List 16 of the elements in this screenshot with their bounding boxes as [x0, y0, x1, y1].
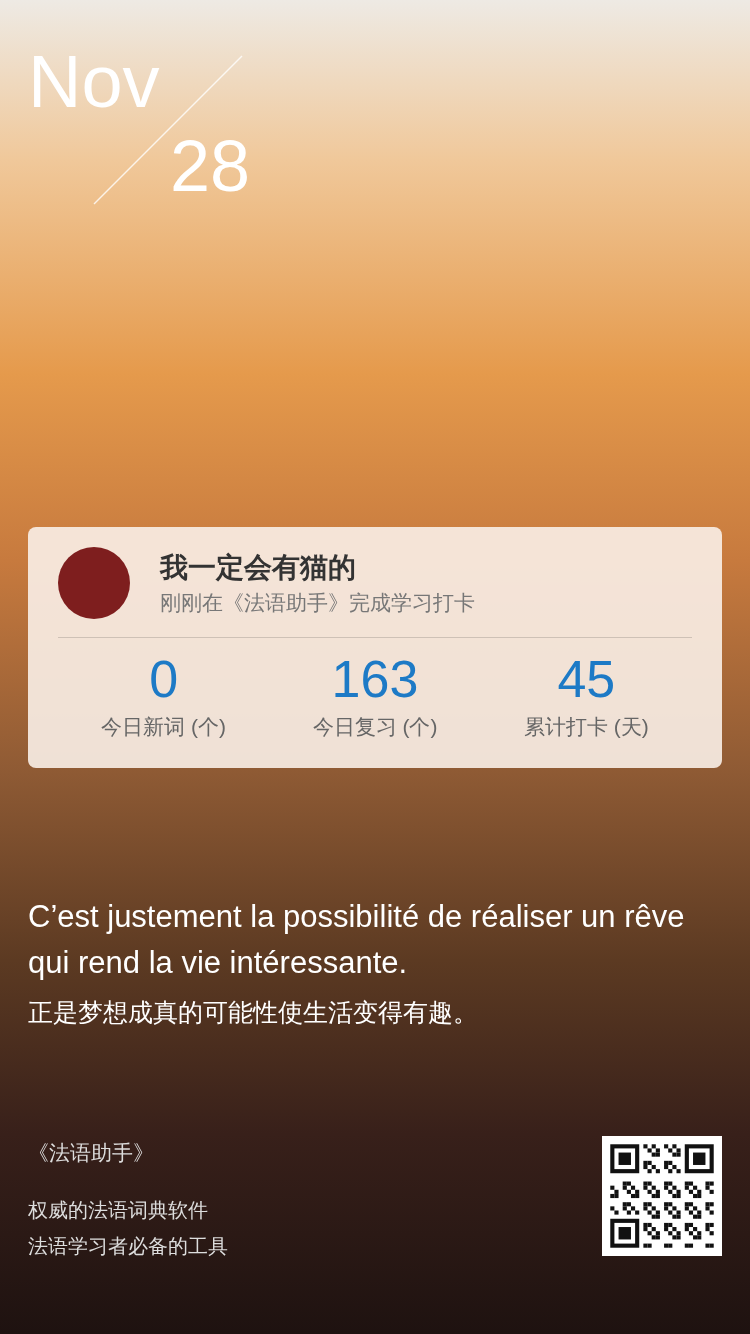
user-name: 我一定会有猫的 [160, 551, 357, 585]
chinese-translation: 正是梦想成真的可能性使生活变得有趣。 [28, 997, 479, 1028]
stat-label: 今日新词 (个) [101, 714, 227, 740]
date-day: 28 [170, 126, 750, 206]
french-quote: C’est justement la possibilité de réaliser un rêve qui rend la vie intéressante. [28, 898, 686, 982]
stat-value: 0 [149, 649, 179, 710]
tagline: 法语学习者必备的工具 [28, 1234, 228, 1259]
qr-code-icon [602, 1136, 722, 1256]
tagline: 权威的法语词典软件 [28, 1198, 209, 1223]
stat-value: 45 [557, 649, 616, 710]
checkin-status: 刚刚在《法语助手》完成学习打卡 [160, 590, 475, 616]
stat-value: 163 [331, 649, 419, 710]
date-month: Nov [28, 39, 161, 125]
app-name: 《法语助手》 [28, 1140, 155, 1166]
stat-label: 累计打卡 (天) [523, 714, 649, 740]
stat-label: 今日复习 (个) [312, 714, 438, 740]
